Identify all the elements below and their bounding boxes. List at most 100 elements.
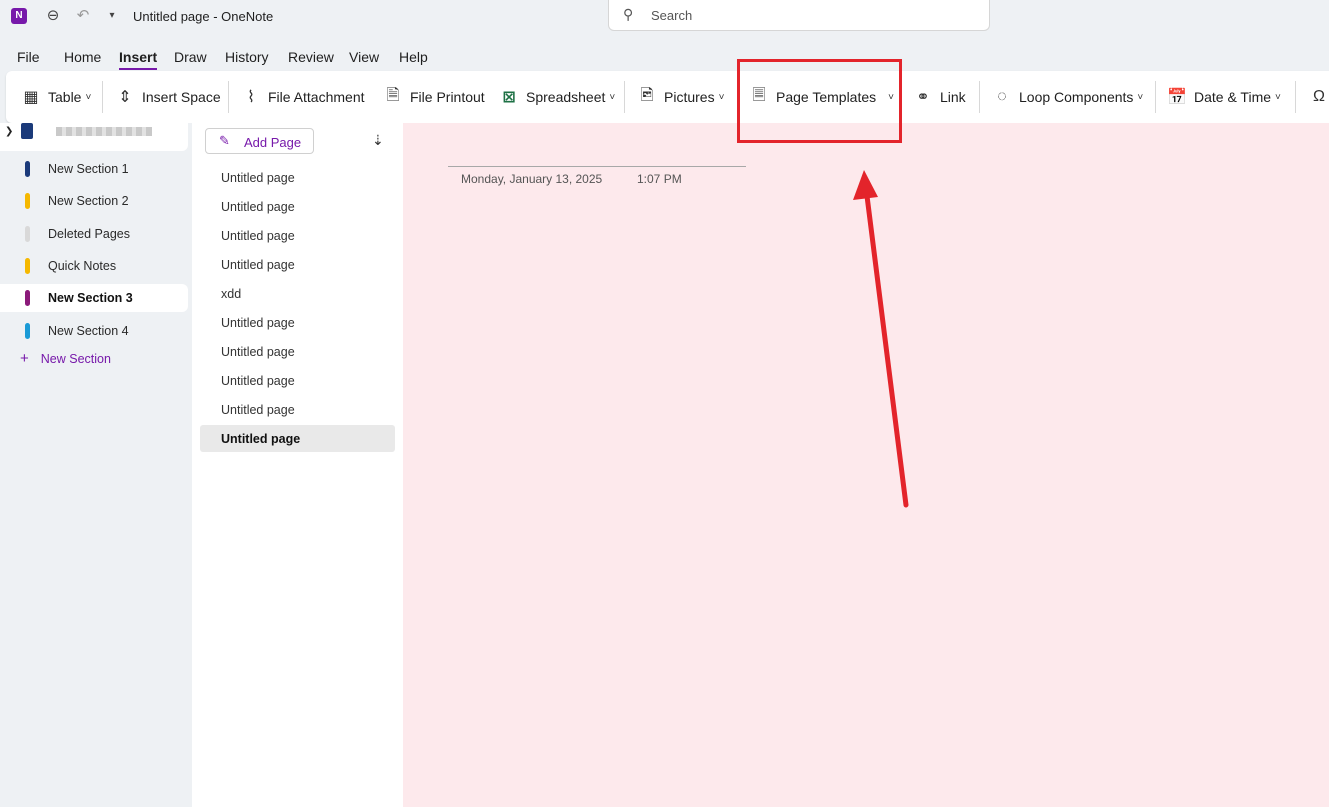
insert-space-button[interactable]: ⇕ Insert Space [114, 71, 220, 123]
ribbon-divider [228, 81, 229, 113]
page-list-item[interactable]: Untitled page [200, 193, 395, 220]
page-list-item[interactable]: Untitled page [200, 164, 395, 191]
page-list-item[interactable]: Untitled page [200, 338, 395, 365]
page-label: Untitled page [221, 229, 295, 243]
spreadsheet-label: Spreadsheet [526, 89, 606, 105]
tab-file[interactable]: File [17, 49, 40, 65]
tab-view[interactable]: View [349, 49, 379, 65]
window-title: Untitled page - OneNote [133, 9, 274, 24]
sort-icon[interactable]: ⇣ [372, 132, 384, 149]
chevron-down-icon: ❯ [5, 126, 14, 137]
page-label: Untitled page [221, 403, 295, 417]
chevron-down-icon: ˅ [1275, 91, 1281, 103]
table-label: Table [48, 89, 82, 105]
page-label: Untitled page [221, 345, 295, 359]
tab-history[interactable]: History [225, 49, 269, 65]
page-time: 1:07 PM [637, 172, 682, 186]
loop-components-button[interactable]: ◌ Loop Components ˅ [991, 71, 1143, 123]
page-title-underline[interactable] [448, 166, 746, 167]
tab-home[interactable]: Home [64, 49, 101, 65]
add-page-button[interactable]: ✎ Add Page [205, 128, 314, 154]
section-quick-notes[interactable]: Quick Notes [0, 252, 188, 280]
page-label: Untitled page [221, 374, 295, 388]
section-label: Quick Notes [48, 259, 117, 273]
section-color-tab [25, 226, 30, 242]
table-button[interactable]: ▦ Table ˅ [20, 71, 91, 123]
section-color-tab [25, 161, 30, 177]
pages-pane: ✎ Add Page ⇣ Untitled page Untitled page… [192, 123, 403, 807]
menu-tabs: File Home Insert Draw History Review Vie… [0, 44, 1329, 70]
pictures-label: Pictures [664, 89, 715, 105]
onenote-app-icon: N [11, 8, 27, 24]
add-page-label: Add Page [244, 135, 302, 150]
add-page-icon: ✎ [219, 133, 230, 148]
table-icon: ▦ [23, 89, 39, 106]
section-new-section-4[interactable]: New Section 4 [0, 317, 188, 345]
page-list-item-selected[interactable]: Untitled page [200, 425, 395, 452]
section-color-tab [25, 290, 30, 306]
section-color-tab [25, 258, 30, 274]
excel-icon: ⊠ [502, 89, 516, 106]
page-list-item[interactable]: Untitled page [200, 309, 395, 336]
omega-icon: Ω [1313, 88, 1325, 105]
tab-insert[interactable]: Insert [119, 49, 158, 70]
annotation-highlight-box [737, 59, 902, 143]
note-canvas[interactable]: Monday, January 13, 2025 1:07 PM [403, 123, 1329, 807]
pictures-button[interactable]: 🖻 Pictures ˅ [636, 71, 725, 123]
back-icon[interactable]: ⊖ [42, 5, 64, 27]
ribbon-divider [1295, 81, 1296, 113]
spreadsheet-button[interactable]: ⊠ Spreadsheet ˅ [498, 71, 615, 123]
tab-help[interactable]: Help [399, 49, 428, 65]
section-label: New Section 2 [48, 194, 129, 208]
section-new-section-1[interactable]: New Section 1 [0, 155, 188, 183]
section-new-section-3[interactable]: New Section 3 [0, 284, 188, 312]
chevron-down-icon: ˅ [609, 91, 616, 103]
tab-draw[interactable]: Draw [174, 49, 207, 65]
page-label: xdd [221, 287, 242, 301]
new-section-button[interactable]: + New Section [20, 350, 111, 367]
file-printout-icon: 🗎 [386, 86, 400, 104]
page-list-item[interactable]: Untitled page [200, 222, 395, 249]
sections-pane: ❯ New Section 1 New Section 2 Deleted Pa… [0, 123, 192, 807]
paperclip-icon: ⌇ [247, 89, 255, 106]
date-time-button[interactable]: 📅 Date & Time ˅ [1166, 71, 1281, 123]
calendar-clock-icon: 📅 [1167, 89, 1187, 106]
notebook-name-blurred [56, 127, 152, 136]
file-printout-button[interactable]: 🗎 File Printout [382, 71, 485, 123]
file-printout-label: File Printout [410, 89, 485, 105]
tab-review[interactable]: Review [288, 49, 334, 65]
notebook-icon [21, 123, 33, 139]
link-icon: ⚭ [916, 89, 930, 106]
page-list-item[interactable]: xdd [200, 280, 395, 307]
file-attachment-label: File Attachment [268, 89, 365, 105]
section-new-section-2[interactable]: New Section 2 [0, 187, 188, 215]
title-bar: N ⊖ ↶ ▾ Untitled page - OneNote ⚲ Search [0, 0, 1329, 36]
loop-icon: ◌ [997, 88, 1007, 105]
section-color-tab [25, 323, 30, 339]
section-color-tab [25, 193, 30, 209]
section-deleted-pages[interactable]: Deleted Pages [0, 220, 188, 248]
search-box[interactable]: ⚲ Search [608, 0, 990, 31]
page-label: Untitled page [221, 432, 301, 446]
link-label: Link [940, 89, 966, 105]
page-date: Monday, January 13, 2025 [461, 172, 603, 186]
section-label: Deleted Pages [48, 227, 131, 241]
page-list-item[interactable]: Untitled page [200, 367, 395, 394]
link-button[interactable]: ⚭ Link [912, 71, 966, 123]
chevron-down-icon: ˅ [1137, 91, 1144, 103]
symbol-button[interactable]: Ω [1308, 71, 1329, 123]
plus-icon: + [20, 350, 29, 367]
customize-quick-access-icon[interactable]: ▾ [101, 5, 123, 27]
chevron-down-icon: ˅ [718, 91, 725, 103]
page-label: Untitled page [221, 316, 295, 330]
ribbon-divider [102, 81, 103, 113]
undo-icon[interactable]: ↶ [72, 5, 94, 27]
page-list-item[interactable]: Untitled page [200, 251, 395, 278]
file-attachment-button[interactable]: ⌇ File Attachment [240, 71, 365, 123]
page-list-item[interactable]: Untitled page [200, 396, 395, 423]
section-label: New Section 4 [48, 324, 129, 338]
insert-ribbon: ▦ Table ˅ ⇕ Insert Space ⌇ File Attachme… [6, 71, 1329, 123]
notebook-selector[interactable]: ❯ [0, 123, 188, 151]
section-label: New Section 1 [48, 162, 129, 176]
search-icon: ⚲ [623, 6, 634, 22]
